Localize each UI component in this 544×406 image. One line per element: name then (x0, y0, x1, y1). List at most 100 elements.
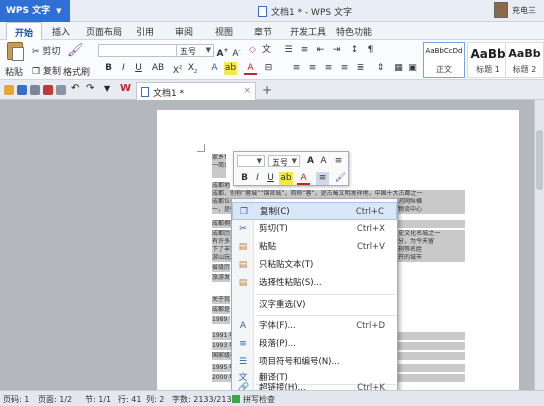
mini-font-name-select[interactable]: ▼ (237, 155, 265, 167)
vertical-scrollbar[interactable] (534, 100, 544, 390)
font-size-select[interactable]: 五号 ▼ (176, 44, 214, 57)
distribute-icon[interactable]: ≣ (354, 62, 367, 75)
bullets-icon[interactable]: ☰ (282, 44, 295, 57)
align-right-icon[interactable]: ≡ (322, 62, 335, 75)
tab-document-1[interactable]: 文档1 * × (136, 82, 256, 100)
line-spacing-icon[interactable]: ⇕ (374, 62, 387, 75)
tab-insert[interactable]: 插入 (52, 25, 70, 38)
line-spacing-icon[interactable]: ≡ (332, 155, 345, 168)
user-name[interactable]: 充电三 (512, 5, 536, 16)
underline-icon[interactable]: U (132, 62, 145, 75)
redo-icon[interactable]: ↷ (86, 83, 96, 94)
align-center-icon[interactable]: ≡ (306, 62, 319, 75)
tab-developer[interactable]: 开发工具 (290, 25, 326, 38)
highlight-icon[interactable]: ab (224, 62, 237, 75)
shrink-font-icon[interactable]: A (317, 155, 330, 168)
pinyin-icon[interactable]: 文 (260, 44, 273, 57)
cut-button[interactable]: ✂ 剪切 (32, 44, 60, 57)
spell-check-icon[interactable] (232, 395, 240, 403)
bold-icon[interactable]: B (102, 62, 115, 75)
wps-logo-icon[interactable]: W (120, 83, 131, 94)
justify-icon[interactable]: ≡ (338, 62, 351, 75)
menu-item-paste[interactable]: ▤ 粘贴 Ctrl+V (232, 238, 397, 256)
print-preview-icon[interactable] (56, 85, 66, 95)
tab-review[interactable]: 审阅 (175, 25, 193, 38)
menu-item-copy[interactable]: ❐ 复制(C) Ctrl+C (232, 202, 397, 220)
tab-page-layout[interactable]: 页面布局 (86, 25, 122, 38)
format-painter-button[interactable]: 格式刷 (63, 65, 90, 78)
format-painter-icon[interactable]: 🖌 (67, 43, 84, 58)
doc-line[interactable]: 关于我是成都人 (212, 296, 230, 304)
align-left-icon[interactable]: ≡ (290, 62, 303, 75)
user-account[interactable]: 充电三 (494, 2, 544, 20)
open-icon[interactable] (4, 85, 14, 95)
sort-icon[interactable]: ↕ (348, 44, 361, 57)
grow-font-icon[interactable]: A (304, 155, 317, 168)
increase-indent-icon[interactable]: ⇥ (330, 44, 343, 57)
status-word-count[interactable]: 字数: 2133/2133 (172, 394, 237, 405)
grow-font-icon[interactable]: A+ (216, 44, 229, 59)
font-color-icon[interactable]: A (297, 172, 310, 185)
tab-home[interactable]: 开始 (6, 22, 43, 40)
scrollbar-thumb[interactable] (536, 130, 543, 190)
paste-button[interactable]: 粘贴 (5, 65, 23, 78)
italic-icon[interactable]: I (117, 62, 130, 75)
highlight-icon[interactable]: ab (279, 172, 293, 185)
export-pdf-icon[interactable] (43, 85, 53, 95)
tab-special[interactable]: 特色功能 (336, 25, 372, 38)
undo-icon[interactable]: ↶ (71, 83, 81, 94)
menu-item-font[interactable]: A 字体(F)... Ctrl+D (232, 317, 397, 335)
doc-line[interactable]: 旅游发展 (212, 274, 230, 282)
paste-icon[interactable] (7, 42, 24, 61)
align-icon[interactable]: ≡ (316, 172, 329, 185)
style-heading-2[interactable]: AaBb 标题 2 (505, 42, 544, 78)
tab-view[interactable]: 视图 (215, 25, 233, 38)
doc-line[interactable]: 成都地处 (212, 182, 230, 190)
decrease-indent-icon[interactable]: ⇤ (314, 44, 327, 57)
shading-icon[interactable]: ▦ (392, 62, 405, 75)
underline-icon[interactable]: U (264, 172, 277, 185)
status-spell-check[interactable]: 拼写检查 (243, 394, 275, 405)
doc-line[interactable]: 成都，别称“蓉城”“锦官城”，简称“蓉”，是古蜀文明发祥地，中国十大古都之一 (212, 190, 465, 198)
numbering-icon[interactable]: ≡ (298, 44, 311, 57)
italic-icon[interactable]: I (251, 172, 264, 185)
format-painter-icon[interactable]: 🖌 (334, 172, 347, 185)
menu-item-reconvert[interactable]: 汉字重选(V) (232, 296, 397, 314)
char-border-icon[interactable]: ⊟ (262, 62, 275, 75)
doc-line[interactable]: 省级历史文化名城 (212, 264, 230, 272)
tab-chapter[interactable]: 章节 (254, 25, 272, 38)
mini-font-size-select[interactable]: 五号 ▼ (268, 155, 300, 167)
quick-access-more-icon[interactable]: ▼ (104, 84, 114, 94)
subscript-icon[interactable]: X2 (186, 62, 199, 75)
font-color-icon[interactable]: A (244, 62, 257, 75)
doc-line[interactable] (212, 170, 226, 178)
avatar[interactable] (494, 2, 508, 18)
style-normal[interactable]: AaBbCcDd 正文 (423, 42, 465, 78)
doc-line[interactable]: 家乡世界 (212, 154, 226, 162)
text-effect-icon[interactable]: A (208, 62, 221, 75)
add-tab-icon[interactable]: + (262, 83, 272, 97)
copy-button[interactable]: ❐ 复制 (32, 64, 61, 77)
borders-icon[interactable]: ▣ (406, 62, 419, 75)
tab-references[interactable]: 引用 (136, 25, 154, 38)
doc-line[interactable] (212, 284, 230, 292)
clear-format-icon[interactable]: ◇ (246, 44, 259, 57)
menu-item-cut[interactable]: ✂ 剪切(T) Ctrl+X (232, 220, 397, 238)
superscript-icon[interactable]: X2 (171, 62, 184, 76)
strikethrough-icon[interactable]: AB (147, 62, 169, 75)
save-icon[interactable] (17, 85, 27, 95)
menu-item-bullets-numbering[interactable]: ☰ 项目符号和编号(N)... (232, 353, 397, 371)
close-icon[interactable]: × (243, 86, 251, 96)
doc-line[interactable]: 1989 年，我出生在这里 (212, 316, 230, 324)
menu-item-paste-special[interactable]: ▤ 选择性粘贴(S)... (232, 274, 397, 292)
style-heading-1[interactable]: AaBb 标题 1 (467, 42, 509, 78)
doc-line[interactable]: 成都是我的家乡 (212, 306, 230, 314)
print-icon[interactable] (30, 85, 40, 95)
menu-item-paste-text-only[interactable]: ▤ 只粘贴文本(T) (232, 256, 397, 274)
doc-line[interactable]: 一简介 (212, 162, 226, 170)
show-marks-icon[interactable]: ¶ (364, 44, 377, 57)
wps-menu-button[interactable]: WPS 文字 ▼ (0, 0, 70, 22)
shrink-font-icon[interactable]: A- (230, 44, 243, 59)
bold-icon[interactable]: B (238, 172, 251, 185)
menu-item-paragraph[interactable]: ≡ 段落(P)... (232, 335, 397, 353)
